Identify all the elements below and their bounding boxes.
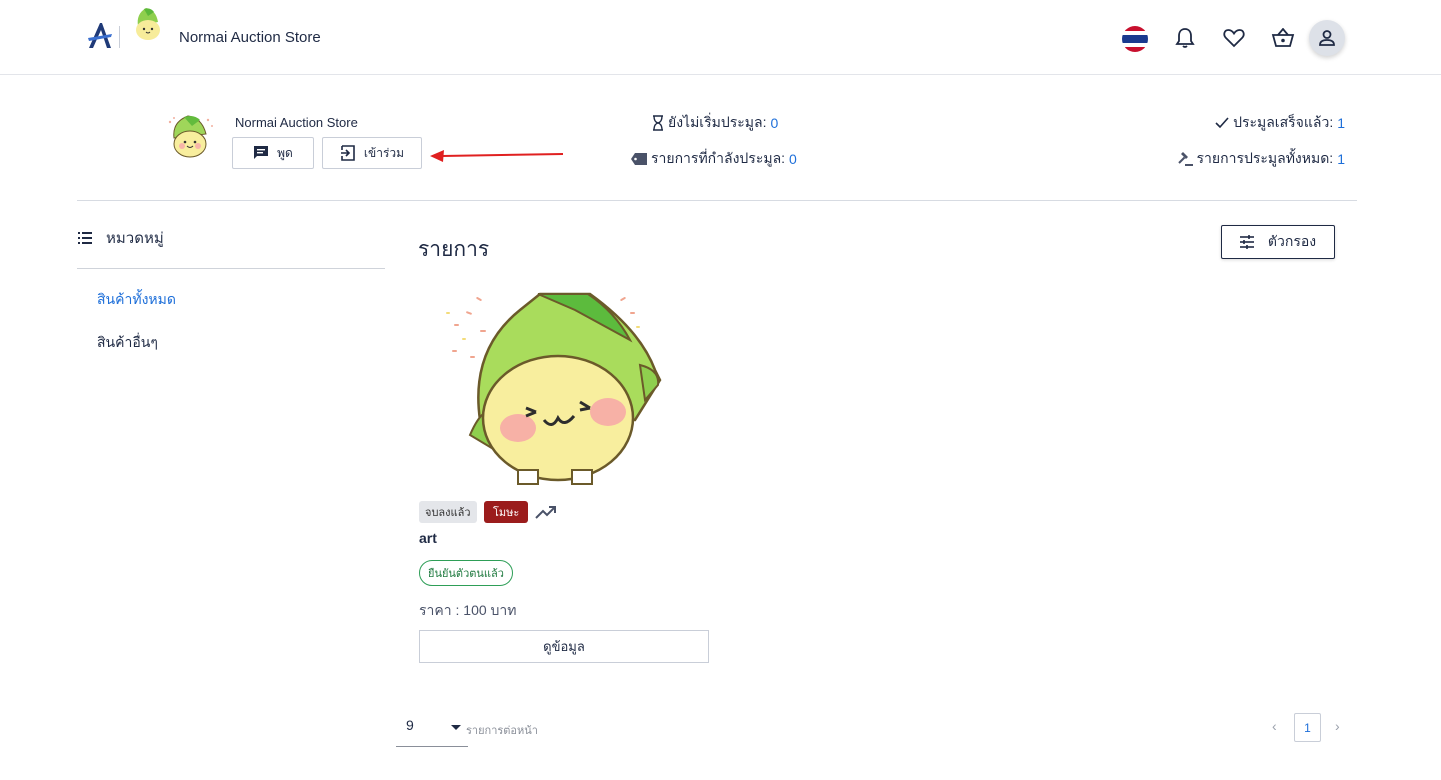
stat-not-started-value: 0 [770,115,779,131]
per-page-value: 9 [406,717,414,733]
tag-icon [631,153,647,165]
stat-not-started: ยังไม่เริ่มประมูล: 0 [652,112,778,134]
category-header: หมวดหมู่ [78,226,164,250]
check-icon [1215,117,1229,129]
top-navbar: Normai Auction Store [0,0,1441,75]
prev-page-chevron-icon[interactable]: ‹ [1272,718,1277,734]
store-mascot-logo [168,115,213,158]
type-chip: โมษะ [484,501,529,523]
login-icon [340,145,355,161]
tune-icon [1239,235,1254,249]
product-name[interactable]: art [419,530,437,546]
store-name: Normai Auction Store [235,115,358,130]
user-avatar[interactable] [1309,20,1345,56]
filter-button[interactable]: ตัวกรอง [1221,225,1335,259]
list-icon [78,232,92,244]
stat-completed-label: ประมูลเสร็จแล้ว: [1233,114,1334,130]
product-image[interactable] [440,290,670,490]
join-button[interactable]: เข้าร่วม [322,137,422,169]
product-price: ราคา : 100 บาท [419,602,517,618]
listing-title: รายการ [418,238,490,261]
stat-in-progress-value: 0 [789,151,797,167]
bell-icon[interactable] [1169,22,1201,54]
stat-total: รายการประมูลทั้งหมด: 1 [1177,148,1345,170]
annotation-arrow [430,150,564,162]
hourglass-icon [653,115,663,131]
stat-completed: ประมูลเสร็จแล้ว: 1 [1215,112,1345,134]
category-item-all[interactable]: สินค้าทั้งหมด [97,289,176,311]
stat-in-progress-label: รายการที่กำลังประมูล: [651,150,786,166]
thailand-flag-icon[interactable] [1122,26,1148,52]
section-divider [77,200,1357,201]
stat-completed-value: 1 [1337,115,1345,131]
stat-not-started-label: ยังไม่เริ่มประมูล: [668,114,767,130]
basket-icon[interactable] [1267,22,1299,54]
trending-up-icon [535,506,556,519]
per-page-select[interactable]: 9 [396,712,468,747]
chat-icon [254,146,269,159]
join-button-label: เข้าร่วม [363,145,405,160]
brand-name[interactable]: Normai Auction Store [179,29,321,46]
user-icon [1319,30,1335,46]
view-details-button[interactable]: ดูข้อมูล [419,630,709,663]
brand-separator [119,26,120,48]
stat-total-value: 1 [1337,151,1345,167]
stat-in-progress: รายการที่กำลังประมูล: 0 [631,148,797,170]
verified-badge: ยืนยันตัวตนแล้ว [419,560,513,586]
category-item-other[interactable]: สินค้าอื่นๆ [97,332,158,354]
chat-button[interactable]: พูด [232,137,314,169]
caret-down-icon [451,725,461,730]
status-chip: จบลงแล้ว [419,501,477,523]
brand-logo-icon[interactable] [86,20,114,50]
mascot-logo-icon[interactable] [130,6,166,42]
heart-icon[interactable] [1218,22,1250,54]
page-number-button[interactable]: 1 [1294,713,1321,742]
filter-button-label: ตัวกรอง [1267,233,1317,249]
per-page-label: รายการต่อหน้า [466,725,538,737]
category-divider [77,268,385,269]
next-page-chevron-icon[interactable]: › [1335,718,1340,734]
stat-total-label: รายการประมูลทั้งหมด: [1196,150,1334,166]
gavel-icon [1177,152,1193,166]
chat-button-label: พูด [277,145,293,160]
category-title: หมวดหมู่ [106,230,164,247]
